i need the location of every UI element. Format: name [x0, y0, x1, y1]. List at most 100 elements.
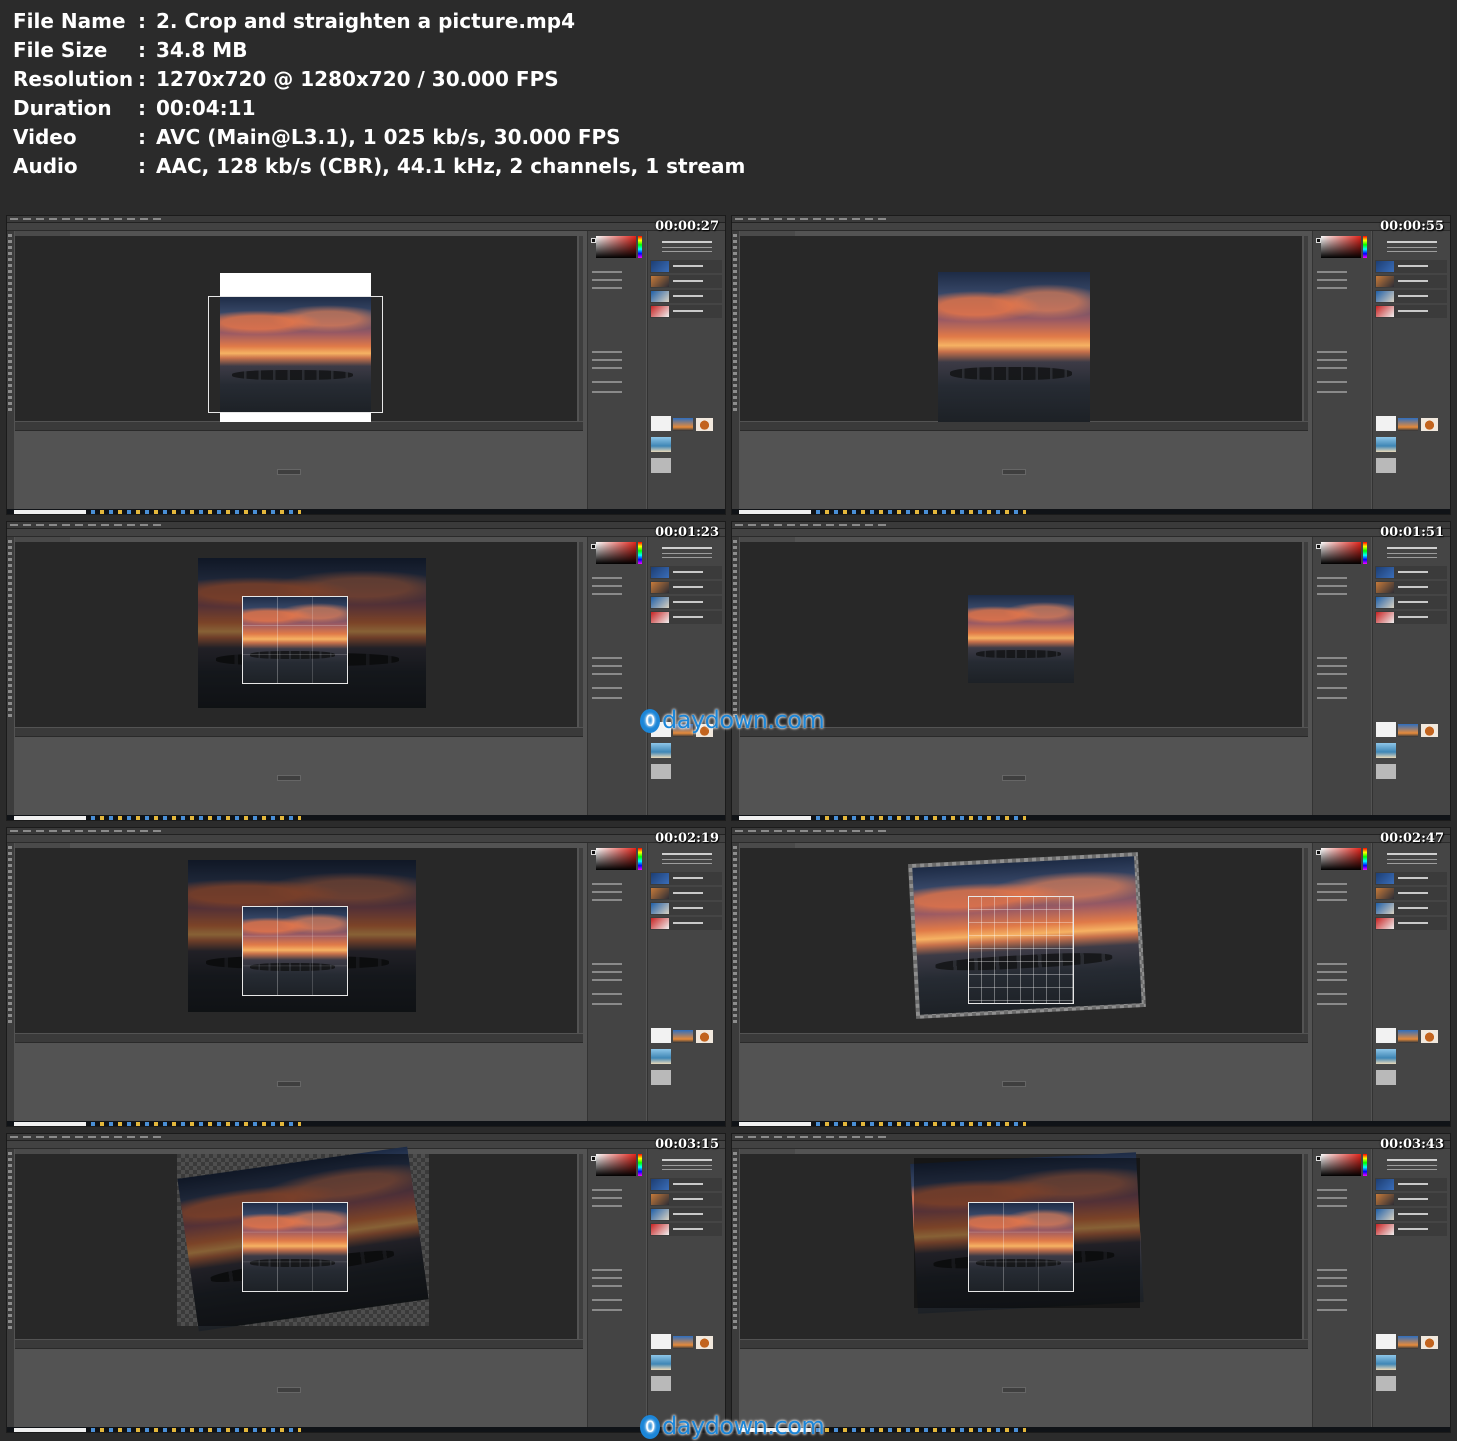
learn-tutorial-item[interactable]	[650, 305, 722, 318]
tool-icon[interactable]	[733, 342, 737, 345]
tool-icon[interactable]	[8, 1236, 12, 1239]
tool-icon[interactable]	[8, 234, 12, 237]
menu-item[interactable]	[826, 218, 834, 220]
create-video-timeline-button[interactable]	[277, 469, 301, 475]
tool-icon[interactable]	[8, 690, 12, 693]
tool-icon[interactable]	[733, 594, 737, 597]
menu-item[interactable]	[878, 1136, 886, 1138]
tool-icon[interactable]	[8, 660, 12, 663]
tool-icon[interactable]	[8, 888, 12, 891]
tool-icon[interactable]	[733, 540, 737, 543]
canvas-scrollbar[interactable]	[579, 1154, 583, 1339]
hue-slider[interactable]	[1363, 848, 1367, 870]
document-canvas[interactable]	[740, 1152, 1302, 1339]
tool-icon[interactable]	[8, 600, 12, 603]
canvas-scrollbar[interactable]	[579, 542, 583, 727]
tool-icon[interactable]	[733, 354, 737, 357]
tool-icon[interactable]	[8, 954, 12, 957]
menu-item[interactable]	[878, 218, 886, 220]
tool-icon[interactable]	[733, 954, 737, 957]
menu-item[interactable]	[865, 524, 873, 526]
tool-icon[interactable]	[733, 1176, 737, 1179]
library-item[interactable]	[651, 1355, 671, 1370]
learn-tutorial-item[interactable]	[650, 917, 722, 930]
tool-icon[interactable]	[733, 1242, 737, 1245]
tool-icon[interactable]	[733, 642, 737, 645]
menu-item[interactable]	[127, 830, 135, 832]
tool-icon[interactable]	[8, 282, 12, 285]
menu-item[interactable]	[36, 218, 44, 220]
library-item[interactable]	[1376, 1355, 1396, 1370]
tool-icon[interactable]	[733, 1008, 737, 1011]
learn-tutorial-item[interactable]	[1375, 902, 1447, 915]
tool-icon[interactable]	[733, 264, 737, 267]
menu-item[interactable]	[852, 218, 860, 220]
tool-icon[interactable]	[8, 864, 12, 867]
tool-icon[interactable]	[733, 576, 737, 579]
document-tab[interactable]	[740, 537, 795, 542]
tool-icon[interactable]	[8, 324, 12, 327]
tools-panel[interactable]	[7, 1149, 14, 1429]
canvas-scrollbar[interactable]	[1304, 848, 1308, 1033]
learn-tutorial-item[interactable]	[1375, 305, 1447, 318]
tool-icon[interactable]	[733, 924, 737, 927]
tool-icon[interactable]	[8, 300, 12, 303]
tool-icon[interactable]	[733, 1236, 737, 1239]
menu-item[interactable]	[852, 830, 860, 832]
tool-icon[interactable]	[733, 1212, 737, 1215]
tool-icon[interactable]	[8, 870, 12, 873]
tool-icon[interactable]	[733, 648, 737, 651]
menu-item[interactable]	[852, 524, 860, 526]
library-item[interactable]	[1421, 1030, 1438, 1043]
menu-item[interactable]	[10, 524, 18, 526]
foreground-swatch[interactable]	[1316, 544, 1321, 549]
menu-item[interactable]	[748, 524, 756, 526]
tool-icon[interactable]	[733, 366, 737, 369]
tool-icon[interactable]	[8, 978, 12, 981]
tool-icon[interactable]	[733, 570, 737, 573]
tool-icon[interactable]	[8, 1020, 12, 1023]
library-item[interactable]	[1421, 724, 1438, 737]
menu-item[interactable]	[826, 830, 834, 832]
document-tab[interactable]	[15, 1149, 70, 1154]
document-canvas[interactable]	[15, 236, 577, 423]
hue-slider[interactable]	[638, 542, 642, 564]
menu-item[interactable]	[23, 524, 31, 526]
tool-icon[interactable]	[8, 900, 12, 903]
foreground-swatch[interactable]	[591, 850, 596, 855]
tool-icon[interactable]	[733, 1014, 737, 1017]
menu-item[interactable]	[101, 524, 109, 526]
menu-item[interactable]	[878, 524, 886, 526]
tool-icon[interactable]	[8, 1284, 12, 1287]
library-item[interactable]	[696, 1030, 713, 1043]
taskbar-app-icons[interactable]	[816, 510, 1026, 514]
tool-icon[interactable]	[8, 618, 12, 621]
tool-icon[interactable]	[733, 1290, 737, 1293]
tool-icon[interactable]	[733, 1182, 737, 1185]
tool-icon[interactable]	[733, 1284, 737, 1287]
tool-icon[interactable]	[733, 270, 737, 273]
tool-icon[interactable]	[8, 1260, 12, 1263]
create-video-timeline-button[interactable]	[1002, 469, 1026, 475]
tool-icon[interactable]	[733, 390, 737, 393]
tool-icon[interactable]	[733, 1170, 737, 1173]
menu-item[interactable]	[10, 1136, 18, 1138]
menu-item[interactable]	[23, 830, 31, 832]
tool-icon[interactable]	[8, 1008, 12, 1011]
learn-tutorial-item[interactable]	[650, 1223, 722, 1236]
tool-icon[interactable]	[8, 672, 12, 675]
tool-icon[interactable]	[8, 606, 12, 609]
tools-panel[interactable]	[7, 843, 14, 1123]
tool-icon[interactable]	[8, 390, 12, 393]
library-item[interactable]	[1376, 743, 1396, 758]
document-tab[interactable]	[740, 1149, 795, 1154]
tool-icon[interactable]	[8, 306, 12, 309]
taskbar-app-icons[interactable]	[91, 1428, 301, 1432]
app-menu-bar[interactable]	[732, 522, 1450, 529]
color-picker-field[interactable]	[596, 236, 636, 258]
learn-tutorial-item[interactable]	[650, 290, 722, 303]
learn-tutorial-item[interactable]	[1375, 290, 1447, 303]
library-item[interactable]	[1376, 764, 1396, 779]
tool-options-bar[interactable]	[732, 1141, 1450, 1149]
library-item[interactable]	[1376, 437, 1396, 452]
